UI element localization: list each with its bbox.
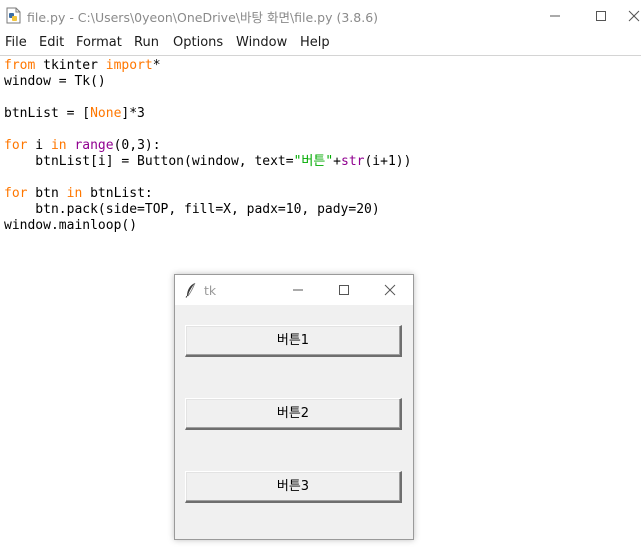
code-token: "버튼" bbox=[293, 154, 334, 169]
tk-close-button[interactable] bbox=[367, 275, 413, 305]
code-token: in bbox=[50, 138, 67, 153]
code-token: * bbox=[152, 58, 161, 73]
code-line: btnList[i] = Button(window, text="버튼"+st… bbox=[4, 154, 634, 170]
code-token: tkinter bbox=[35, 58, 106, 73]
tk-window-title: tk bbox=[204, 283, 217, 298]
close-button[interactable] bbox=[624, 0, 641, 31]
code-line: window.mainloop() bbox=[4, 218, 634, 234]
maximize-icon bbox=[339, 285, 349, 295]
code-line: btnList = [None]*3 bbox=[4, 106, 634, 122]
maximize-button[interactable] bbox=[578, 0, 624, 31]
minimize-icon bbox=[550, 15, 560, 17]
code-token: btnList: bbox=[82, 186, 153, 201]
code-token: btnList = [ bbox=[4, 106, 91, 121]
code-token: import bbox=[105, 58, 153, 73]
menu-run[interactable]: Run bbox=[134, 35, 159, 50]
code-token: i bbox=[27, 138, 51, 153]
code-token: (i+1)) bbox=[364, 154, 412, 169]
tk-minimize-button[interactable] bbox=[275, 275, 321, 305]
code-token: from bbox=[4, 58, 36, 73]
code-token: for bbox=[4, 186, 28, 201]
editor-titlebar[interactable]: file.py - C:\Users\0yeon\OneDrive\바탕 화면\… bbox=[0, 0, 641, 31]
code-line: for btn in btnList: bbox=[4, 186, 634, 202]
menu-help[interactable]: Help bbox=[300, 35, 330, 50]
code-line: btn.pack(side=TOP, fill=X, padx=10, pady… bbox=[4, 202, 634, 218]
code-line: window = Tk() bbox=[4, 74, 634, 90]
close-icon bbox=[628, 10, 640, 22]
close-icon bbox=[384, 284, 396, 296]
code-token: window = Tk() bbox=[4, 74, 106, 89]
minimize-button[interactable] bbox=[532, 0, 578, 31]
tk-button-3[interactable]: 버튼3 bbox=[185, 471, 402, 503]
code-line: from tkinter import* bbox=[4, 58, 634, 74]
menu-edit[interactable]: Edit bbox=[39, 35, 64, 50]
menu-bar: File Edit Format Run Options Window Help bbox=[0, 31, 641, 56]
tk-window: tk 버튼1 버튼2 버튼3 bbox=[174, 274, 414, 540]
code-token: + bbox=[333, 154, 341, 169]
code-token: btnList[i] = Button(window, text= bbox=[4, 154, 294, 169]
code-token: ]*3 bbox=[121, 106, 145, 121]
code-token: None bbox=[90, 106, 122, 121]
tk-button-2[interactable]: 버튼2 bbox=[185, 398, 402, 430]
python-file-icon bbox=[6, 7, 21, 24]
maximize-icon bbox=[596, 11, 606, 21]
minimize-icon bbox=[293, 289, 303, 291]
code-token: (0,3): bbox=[113, 138, 161, 153]
menu-file[interactable]: File bbox=[5, 35, 27, 50]
code-token: str bbox=[341, 154, 365, 169]
menu-window[interactable]: Window bbox=[236, 35, 287, 50]
menu-format[interactable]: Format bbox=[76, 35, 122, 50]
menu-options[interactable]: Options bbox=[173, 35, 223, 50]
code-token: range bbox=[74, 138, 114, 153]
code-token: window.mainloop() bbox=[4, 218, 138, 233]
code-token: in bbox=[66, 186, 83, 201]
code-line: for i in range(0,3): bbox=[4, 138, 634, 154]
code-token: btn.pack(side=TOP, fill=X, padx=10, pady… bbox=[4, 202, 380, 217]
tk-maximize-button[interactable] bbox=[321, 275, 367, 305]
tk-button-1[interactable]: 버튼1 bbox=[185, 325, 402, 357]
code-token: for bbox=[4, 138, 28, 153]
code-token: btn bbox=[27, 186, 67, 201]
code-editor-text[interactable]: from tkinter import* window = Tk() btnList… bbox=[4, 58, 634, 234]
editor-window-title: file.py - C:\Users\0yeon\OneDrive\바탕 화면\… bbox=[27, 10, 379, 25]
tk-titlebar[interactable]: tk bbox=[175, 275, 413, 305]
tk-feather-icon bbox=[185, 282, 196, 298]
